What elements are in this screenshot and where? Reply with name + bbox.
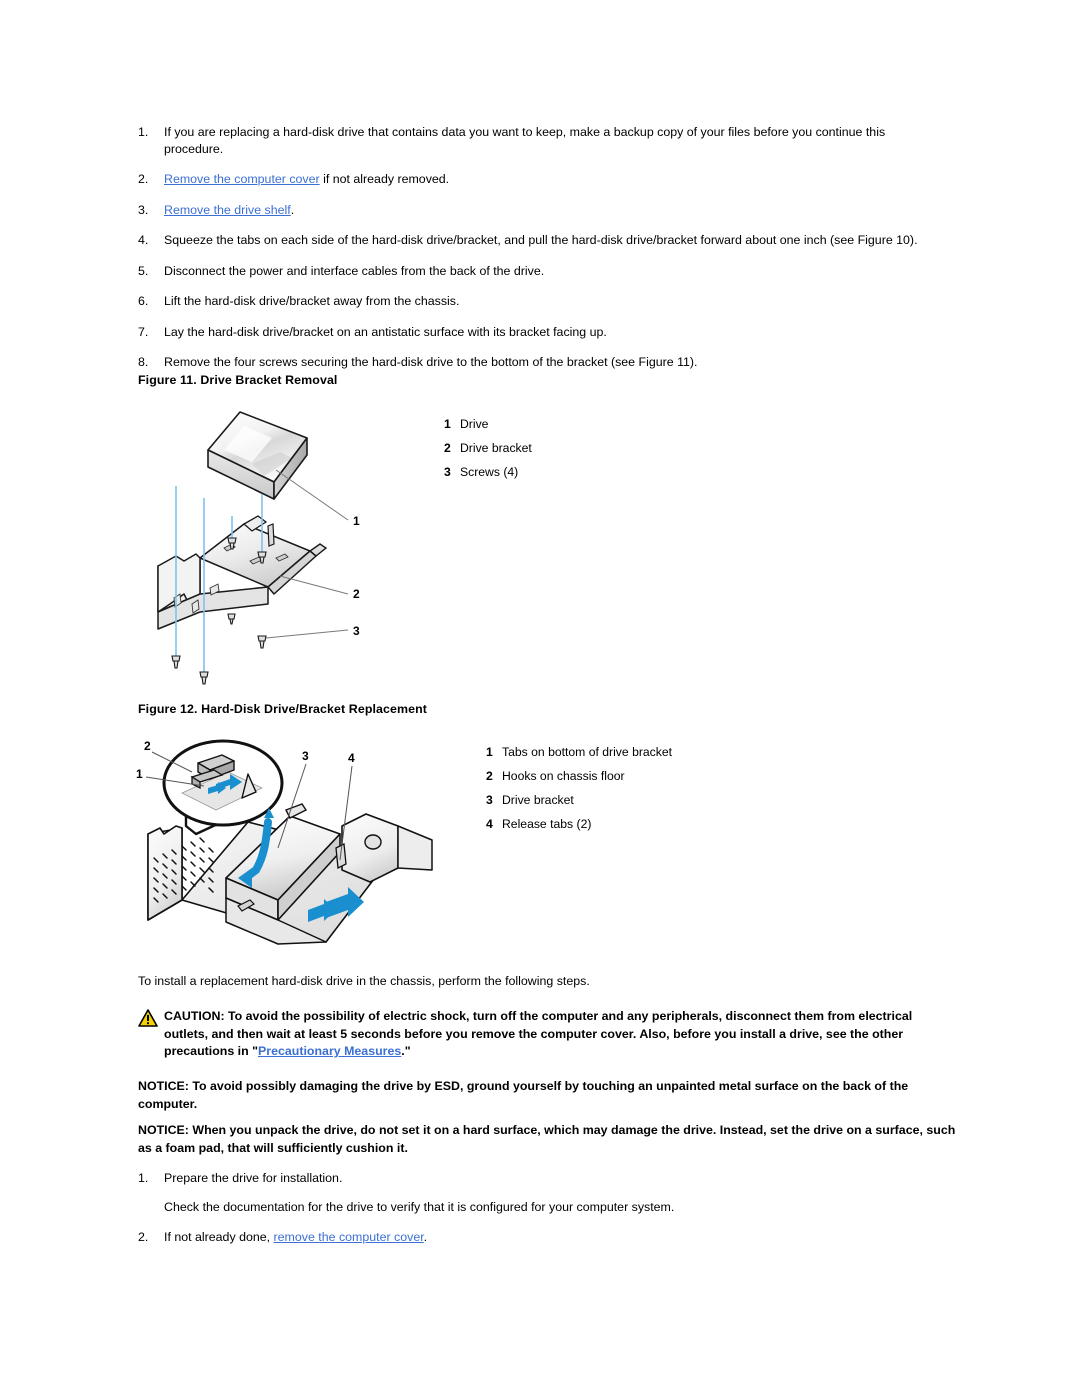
step-text: Remove the drive shelf. [164,202,938,219]
step-number: 3. [138,202,149,217]
step-text-tail: . [423,1230,428,1244]
link-remove-drive-shelf[interactable]: Remove the drive shelf [164,203,291,217]
step-number: 7. [138,324,149,339]
step-text: Lay the hard-disk drive/bracket on an an… [164,324,607,339]
step-number: 8. [138,355,149,369]
legend-item: 4 Release tabs (2) [486,812,672,836]
step-item: 7. Lay the hard-disk drive/bracket on an… [138,324,938,341]
figure-11-callout-3: 3 [353,624,360,638]
legend-item: 3 Screws (4) [444,460,532,484]
step-item: 8. Remove the four screws securing the h… [138,354,938,371]
figure-11-illustration: 1 2 3 [157,411,360,685]
step-text: Lift the hard-disk drive/bracket away fr… [164,294,460,308]
step-text-lead: If not already done, [164,1230,274,1244]
step-text: Prepare the drive for installation. [164,1171,343,1185]
link-remove-computer-cover-2[interactable]: remove the computer cover [274,1230,424,1244]
figure-12-legend: 1 Tabs on bottom of drive bracket 2 Hook… [486,740,672,836]
document-page: 1. If you are replacing a hard-disk driv… [0,0,1080,1397]
step-number: 5. [138,263,149,278]
step-item: 2. Remove the computer cover if not alre… [138,171,938,188]
step-item: 1. Prepare the drive for installation. [138,1170,938,1187]
legend-label: Drive [460,417,489,431]
notice-block-unpack: NOTICE: When you unpack the drive, do no… [138,1123,956,1155]
legend-number: 1 [486,745,493,759]
legend-number: 4 [486,817,493,831]
step-number: 4. [138,233,149,247]
legend-item: 1 Drive [444,412,532,436]
figure-12-illustration: 2 1 3 4 [136,739,433,945]
link-remove-computer-cover[interactable]: Remove the computer cover [164,172,320,186]
legend-label: Drive bracket [502,793,574,807]
step-item: 1. If you are replacing a hard-disk driv… [138,124,938,157]
caution-text: CAUTION: To avoid the possibility of ele… [164,1008,950,1061]
install-intro-paragraph: To install a replacement hard-disk drive… [138,974,590,988]
legend-item: 3 Drive bracket [486,788,672,812]
caution-block: CAUTION: To avoid the possibility of ele… [138,1008,950,1061]
step-number: 2. [138,172,149,186]
legend-label: Hooks on chassis floor [502,769,625,783]
step-text: Remove the four screws securing the hard… [164,355,698,369]
legend-number: 3 [444,465,451,479]
step-text: If you are replacing a hard-disk drive t… [164,125,886,156]
legend-item: 1 Tabs on bottom of drive bracket [486,740,672,764]
step-text: Disconnect the power and interface cable… [164,263,545,278]
link-precautionary-measures[interactable]: Precautionary Measures [258,1044,401,1058]
procedure-steps-install: 1. Prepare the drive for installation. C… [138,1170,938,1260]
figure-12-callout-2: 2 [144,739,151,753]
step-number: 2. [138,1230,149,1244]
warning-triangle-icon [138,1008,164,1032]
procedure-steps-removal: 1. If you are replacing a hard-disk driv… [138,124,938,385]
figure-11-callout-1: 1 [353,514,360,528]
step-item: 2. If not already done, remove the compu… [138,1229,938,1246]
step-text: Squeeze the tabs on each side of the har… [164,233,918,247]
figure-11-callout-2: 2 [353,587,360,601]
step-text: If not already done, remove the computer… [164,1229,938,1246]
legend-item: 2 Hooks on chassis floor [486,764,672,788]
figure-11-caption: Figure 11. Drive Bracket Removal [138,373,338,387]
step-sub-paragraph: Check the documentation for the drive to… [164,1199,675,1214]
figure-12-callout-3: 3 [302,749,309,763]
step-number: 1. [138,1171,149,1185]
legend-label: Drive bracket [460,441,532,455]
figure-11-legend: 1 Drive 2 Drive bracket 3 Screws (4) [444,412,532,484]
figure-12-callout-1: 1 [136,767,143,781]
figure-12-callout-4: 4 [348,751,355,765]
step-number: 6. [138,294,149,308]
notice-block-esd: NOTICE: To avoid possibly damaging the d… [138,1079,909,1111]
figure-12-caption: Figure 12. Hard-Disk Drive/Bracket Repla… [138,702,428,716]
step-number: 1. [138,125,149,139]
legend-label: Screws (4) [460,465,519,479]
legend-number: 1 [444,417,451,431]
legend-item: 2 Drive bracket [444,436,532,460]
step-item: 6. Lift the hard-disk drive/bracket away… [138,293,938,310]
step-item: 4. Squeeze the tabs on each side of the … [138,232,938,249]
step-item: 3. Remove the drive shelf. [138,202,938,219]
legend-label: Tabs on bottom of drive bracket [502,745,673,759]
step-text-tail: if not already removed. [319,172,450,186]
caution-text-tail: ." [401,1044,411,1058]
step-item: 5. Disconnect the power and interface ca… [138,263,938,280]
legend-number: 3 [486,793,493,807]
legend-label: Release tabs (2) [502,817,592,831]
step-text: Remove the computer cover if not already… [164,171,938,188]
legend-number: 2 [444,441,451,455]
legend-number: 2 [486,769,493,783]
step-text-tail: . [290,202,295,217]
